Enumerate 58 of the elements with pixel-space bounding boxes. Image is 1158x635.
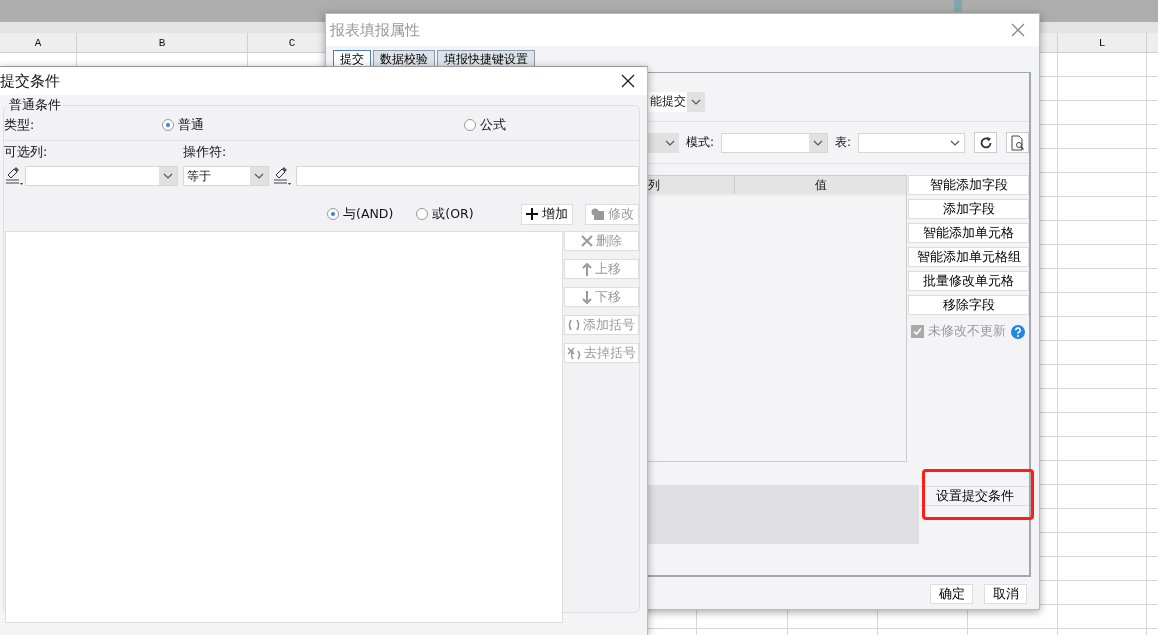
operator-dropdown[interactable]: 等于 <box>183 166 269 186</box>
radio-button[interactable] <box>464 119 476 131</box>
close-icon[interactable] <box>621 74 635 88</box>
refresh-button[interactable] <box>974 132 997 153</box>
plus-icon <box>526 208 538 220</box>
column-header[interactable]: A <box>34 36 42 49</box>
group-title: 普通条件 <box>8 97 62 114</box>
window-title: 提交条件 <box>0 71 61 91</box>
radio-option[interactable]: 与(AND) <box>327 205 394 223</box>
radio-option[interactable]: 或(OR) <box>416 205 474 223</box>
radio-option[interactable]: 公式 <box>464 116 506 134</box>
column-header[interactable]: L <box>1098 36 1106 49</box>
checkbox-label: 未修改不更新 <box>928 323 1007 340</box>
preview-button[interactable] <box>1006 132 1029 153</box>
chevron-down-icon <box>665 139 675 146</box>
chevron-down-icon <box>813 139 823 146</box>
help-icon[interactable] <box>1011 324 1025 339</box>
tab[interactable]: 提交 <box>333 50 371 66</box>
radio-button[interactable] <box>416 208 429 220</box>
tab[interactable]: 填报快捷键设置 <box>437 50 535 66</box>
field-button[interactable]: 批量修改单元格 <box>908 271 1029 291</box>
chevron-down-icon <box>163 173 173 179</box>
pencil-icon[interactable] <box>272 166 292 186</box>
radio-button[interactable] <box>162 119 174 131</box>
document-search-icon <box>1010 134 1025 151</box>
type-label: 类型: <box>4 116 36 134</box>
refresh-icon <box>978 135 993 150</box>
column-header[interactable]: C <box>288 36 296 49</box>
dialog-button[interactable]: 取消 <box>984 584 1027 604</box>
arrow-up-icon <box>582 262 592 276</box>
field-button[interactable]: 智能添加单元格 <box>908 223 1029 243</box>
operator-label: 操作符: <box>183 143 227 161</box>
value-input-field[interactable] <box>296 166 639 186</box>
add-button[interactable]: 增加 <box>521 203 573 225</box>
column-header[interactable]: B <box>158 36 166 49</box>
field-button[interactable]: 智能添加字段 <box>908 175 1029 195</box>
close-icon <box>581 235 593 247</box>
pencil-icon[interactable] <box>4 166 24 186</box>
radio-button[interactable] <box>327 208 339 220</box>
chevron-down-icon <box>950 139 960 146</box>
field-button[interactable]: 添加字段 <box>908 199 1029 219</box>
dialog-button[interactable]: 确定 <box>930 584 973 604</box>
mode-label: 模式: <box>686 134 715 151</box>
submit-type-dropdown[interactable]: 能提交 <box>647 92 705 112</box>
tab[interactable]: 数据校验 <box>373 50 435 66</box>
arrow-down-icon <box>582 290 592 304</box>
radio-option[interactable]: 普通 <box>162 116 464 134</box>
table-label: 表: <box>835 134 852 151</box>
column-header: 值 <box>813 177 828 194</box>
field-button[interactable]: 移除字段 <box>908 295 1029 315</box>
field-button[interactable]: 智能添加单元格组 <box>908 247 1029 267</box>
window-title: 报表填报属性 <box>330 20 421 40</box>
chevron-down-icon <box>254 173 264 179</box>
remove-parentheses-icon <box>567 346 581 360</box>
parentheses-icon <box>568 319 580 331</box>
set-condition-button[interactable]: 设置提交条件 <box>920 486 1029 506</box>
chevron-down-icon <box>691 99 701 105</box>
column-label: 可选列: <box>4 143 49 161</box>
